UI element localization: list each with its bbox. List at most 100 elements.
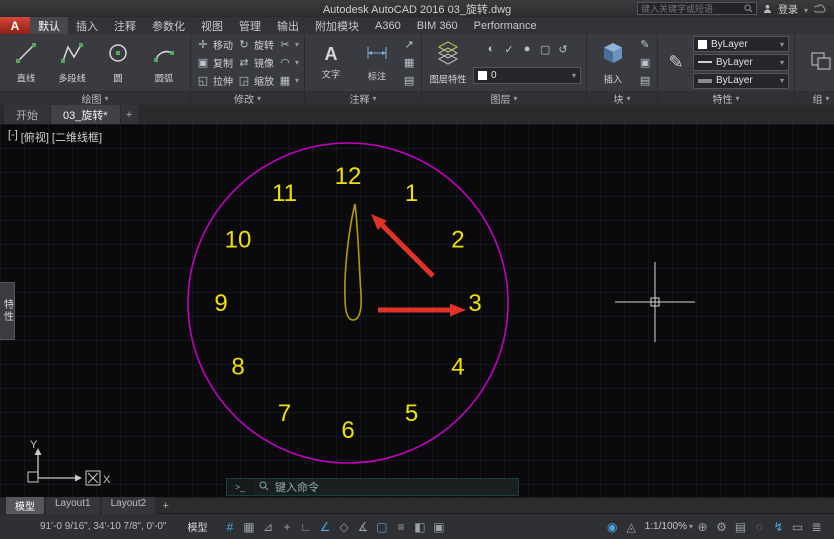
- layout-tab[interactable]: 模型: [6, 497, 44, 514]
- line-button[interactable]: 直线: [5, 36, 47, 89]
- ribbon-tab[interactable]: 管理: [231, 17, 269, 34]
- snap-mode-icon[interactable]: ▦: [239, 520, 258, 534]
- polyline-button[interactable]: 多段线: [51, 36, 93, 89]
- clean-screen-icon[interactable]: ▭: [788, 520, 807, 534]
- drawing-canvas[interactable]: 121234567891011 [-] [俯视] [二维线框] 特性 Y X 键…: [0, 124, 834, 497]
- insert-block-button[interactable]: 插入: [592, 36, 634, 89]
- layer-select[interactable]: 0: [473, 67, 581, 84]
- layout-tab[interactable]: Layout2: [102, 497, 156, 514]
- panel-label-groups[interactable]: 组: [795, 91, 834, 105]
- help-search-box[interactable]: [637, 2, 757, 15]
- ribbon-tab[interactable]: 视图: [193, 17, 231, 34]
- osnap-tracking-icon[interactable]: ∡: [353, 520, 372, 534]
- properties-palette-tab[interactable]: 特性: [0, 282, 15, 340]
- layer-tool-icon[interactable]: ↺: [556, 43, 570, 56]
- command-search-icon[interactable]: [259, 481, 269, 494]
- trim-button[interactable]: ✂: [278, 37, 299, 53]
- match-properties-button[interactable]: ✎: [663, 36, 689, 89]
- a360-cloud-icon[interactable]: [814, 4, 826, 13]
- panel-label-layers[interactable]: 图层: [422, 91, 586, 105]
- grid-icon[interactable]: #: [220, 520, 239, 534]
- ribbon-tab[interactable]: 插入: [68, 17, 106, 34]
- ribbon-tab[interactable]: Performance: [466, 17, 545, 34]
- command-prompt-icon[interactable]: [227, 479, 253, 495]
- text-button[interactable]: A 文字: [310, 36, 352, 89]
- annotate-extra-button[interactable]: ▤: [402, 72, 416, 88]
- ribbon-tab[interactable]: 注释: [106, 17, 144, 34]
- search-icon[interactable]: [744, 4, 753, 13]
- linetype-select[interactable]: ByLayer: [693, 54, 789, 70]
- infer-constraints-icon[interactable]: ⊿: [258, 520, 277, 534]
- customization-icon[interactable]: ≣: [807, 520, 826, 534]
- isometric-drafting-icon[interactable]: ◇: [334, 520, 353, 534]
- layout-tab[interactable]: Layout1: [46, 497, 100, 514]
- view-control[interactable]: [俯视]: [21, 129, 49, 145]
- document-tab[interactable]: 03_旋转*: [51, 105, 120, 124]
- workspace-gear-icon[interactable]: ⚙: [712, 520, 731, 534]
- search-input[interactable]: [641, 4, 741, 14]
- stretch-button[interactable]: ◱拉伸: [196, 72, 233, 88]
- ribbon-tab[interactable]: 参数化: [144, 17, 193, 34]
- annotation-visibility-icon[interactable]: ◉: [603, 520, 622, 534]
- ribbon-tab[interactable]: 附加模块: [307, 17, 367, 34]
- signin-chevron-icon[interactable]: [804, 0, 808, 18]
- dimension-button[interactable]: 标注: [356, 36, 398, 89]
- annotation-scale-button[interactable]: 1:1/100%: [645, 521, 687, 532]
- command-line[interactable]: 键入命令: [226, 478, 519, 496]
- panel-label-properties[interactable]: 特性: [658, 91, 794, 105]
- table-button[interactable]: ▦: [402, 54, 416, 70]
- polar-tracking-icon[interactable]: ∠: [315, 520, 334, 534]
- graphics-performance-icon[interactable]: ↯: [769, 520, 788, 534]
- selection-cycling-icon[interactable]: ▣: [429, 520, 448, 534]
- command-input[interactable]: 键入命令: [275, 479, 319, 495]
- circle-button[interactable]: 圆: [97, 36, 139, 89]
- annotation-monitor-icon[interactable]: ⊕: [693, 520, 712, 534]
- autocad-logo[interactable]: A: [0, 17, 30, 34]
- transparency-icon[interactable]: ◧: [410, 520, 429, 534]
- layer-tool-icon[interactable]: ◐: [484, 43, 498, 55]
- panel-label-modify[interactable]: 修改: [191, 91, 304, 105]
- quick-properties-icon[interactable]: ▤: [731, 520, 750, 534]
- dynamic-input-icon[interactable]: +: [277, 520, 296, 534]
- lineweight-icon[interactable]: ≡: [391, 520, 410, 534]
- annotation-autoscale-icon[interactable]: ◬: [622, 520, 641, 534]
- lineweight-select[interactable]: ByLayer: [693, 73, 789, 89]
- viewport-controls[interactable]: [-] [俯视] [二维线框]: [8, 129, 102, 145]
- ribbon-tab[interactable]: BIM 360: [409, 17, 466, 34]
- panel-label-draw[interactable]: 绘图: [0, 91, 190, 105]
- mirror-button[interactable]: ⇄镜像: [237, 54, 274, 70]
- rotate-button[interactable]: ↻旋转: [237, 37, 274, 53]
- panel-label-block[interactable]: 块: [587, 91, 657, 105]
- ortho-mode-icon[interactable]: ∟: [296, 520, 315, 534]
- new-layout-button[interactable]: [157, 500, 174, 512]
- move-button[interactable]: ✛移动: [196, 37, 233, 53]
- fillet-button[interactable]: ◠: [278, 54, 299, 70]
- arc-button[interactable]: 圆弧: [143, 36, 185, 89]
- scale-button[interactable]: ◲缩放: [237, 72, 274, 88]
- layer-tool-icon[interactable]: ✓: [502, 43, 516, 56]
- visual-style-control[interactable]: [二维线框]: [52, 129, 102, 145]
- layer-tool-icon[interactable]: ●: [520, 43, 534, 55]
- ribbon-tab[interactable]: A360: [367, 17, 409, 34]
- ribbon-tab[interactable]: 输出: [269, 17, 307, 34]
- object-snap-icon[interactable]: ▢: [372, 520, 391, 534]
- object-color-select[interactable]: ByLayer: [693, 36, 789, 52]
- layer-properties-button[interactable]: 图层特性: [427, 36, 469, 89]
- block-attributes-button[interactable]: ▤: [638, 72, 652, 88]
- model-space-button[interactable]: 模型: [180, 517, 214, 536]
- array-button[interactable]: ▦: [278, 72, 299, 88]
- copy-button[interactable]: ▣复制: [196, 54, 233, 70]
- group-button[interactable]: [800, 36, 834, 89]
- viewport-menu-control[interactable]: [-]: [8, 129, 18, 145]
- new-drawing-button[interactable]: [121, 105, 138, 124]
- signin-person-icon[interactable]: [763, 4, 772, 13]
- isolate-objects-icon[interactable]: ◌: [750, 520, 769, 534]
- block-define-button[interactable]: ▣: [638, 54, 652, 70]
- layer-tool-icon[interactable]: ▢: [538, 43, 552, 56]
- block-edit-button[interactable]: ✎: [638, 37, 652, 53]
- signin-label[interactable]: 登录: [778, 1, 798, 16]
- leader-button[interactable]: ↗: [402, 37, 416, 53]
- document-tab[interactable]: 开始: [4, 105, 50, 124]
- ribbon-tab[interactable]: 默认: [30, 17, 68, 34]
- panel-label-annotate[interactable]: 注释: [305, 91, 421, 105]
